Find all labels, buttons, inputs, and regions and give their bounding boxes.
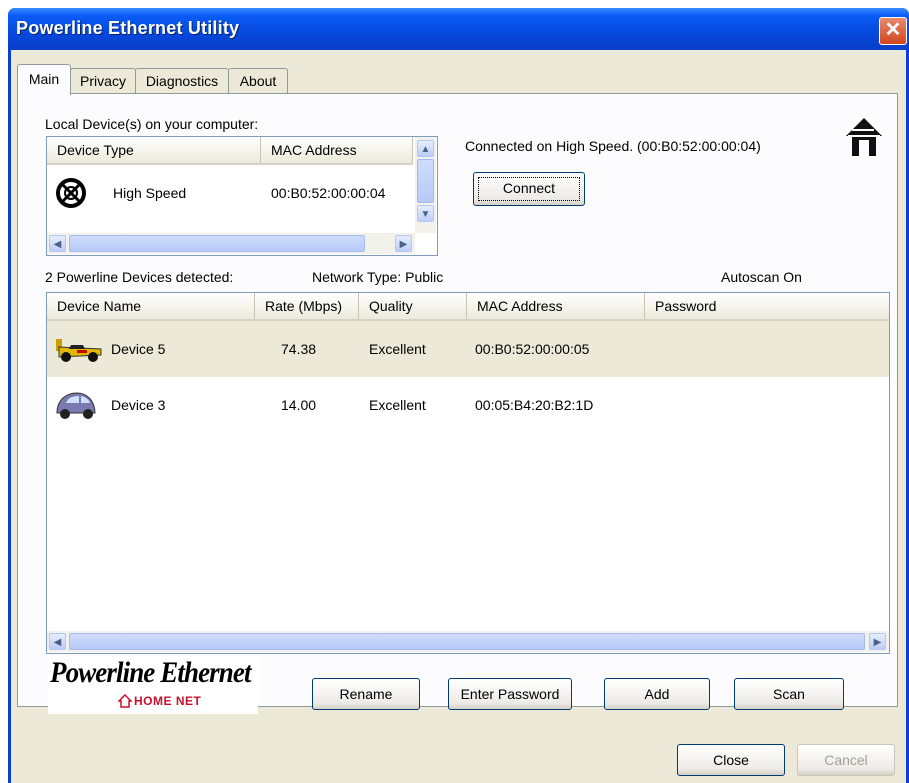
local-device-mac: 00:B0:52:00:00:04 <box>271 185 386 201</box>
powerline-ethernet-logo: Powerline Ethernet HOME NET <box>48 656 258 714</box>
devices-detected-label: 2 Powerline Devices detected: <box>45 269 234 285</box>
column-mac-address[interactable]: MAC Address <box>261 137 413 163</box>
scroll-right-button[interactable]: ▶ <box>869 633 886 650</box>
close-button[interactable]: Close <box>677 744 785 776</box>
cancel-button[interactable]: Cancel <box>797 744 895 776</box>
device-mac: 00:B0:52:00:00:05 <box>475 341 590 357</box>
device-quality: Excellent <box>369 397 426 413</box>
tab-diagnostics[interactable]: Diagnostics <box>135 68 229 93</box>
device-rate: 74.38 <box>281 341 317 357</box>
device-row[interactable]: Device 3 14.00 Excellent 00:05:B4:20:B2:… <box>47 377 889 433</box>
local-device-type: High Speed <box>113 185 187 201</box>
device-row-selected[interactable]: Device 5 74.38 Excellent 00:B0:52:00:00:… <box>47 321 889 377</box>
connection-status-text: Connected on High Speed. (00:B0:52:00:00… <box>465 138 761 154</box>
local-devices-label: Local Device(s) on your computer: <box>45 116 259 132</box>
tab-about[interactable]: About <box>228 68 288 93</box>
race-car-icon <box>56 339 102 362</box>
network-type-label: Network Type: Public <box>312 269 444 285</box>
focus-rect <box>478 177 580 201</box>
connect-button[interactable]: Connect <box>473 172 585 206</box>
adapter-circle-icon <box>56 178 86 208</box>
main-window: Powerline Ethernet Utility ✕ Main Privac… <box>8 8 909 783</box>
tab-main[interactable]: Main <box>17 64 71 95</box>
device-list-hscrollbar[interactable]: ◀ ▶ <box>47 631 889 652</box>
device-rate: 14.00 <box>281 397 317 413</box>
main-tab-panel: Local Device(s) on your computer: Device… <box>17 93 898 714</box>
home-network-icon <box>846 118 882 156</box>
local-device-row[interactable]: High Speed 00:B0:52:00:00:04 <box>47 165 413 221</box>
column-device-type[interactable]: Device Type <box>47 137 261 163</box>
window-client-area: Main Privacy Diagnostics About Local Dev… <box>11 50 906 783</box>
local-device-list: Device Type MAC Address High Speed 00:B0… <box>46 136 438 256</box>
device-name: Device 5 <box>111 341 166 357</box>
scroll-up-button[interactable]: ▲ <box>417 140 434 157</box>
device-list-header: Device Name Rate (Mbps) Quality MAC Addr… <box>47 293 889 321</box>
rename-button[interactable]: Rename <box>312 678 420 710</box>
logo-title: Powerline Ethernet <box>50 656 251 689</box>
scroll-right-button[interactable]: ▶ <box>395 235 412 252</box>
add-button[interactable]: Add <box>604 678 710 710</box>
enter-password-button[interactable]: Enter Password <box>448 678 572 710</box>
scroll-left-button[interactable]: ◀ <box>49 235 66 252</box>
scroll-down-button[interactable]: ▼ <box>417 205 434 222</box>
vscroll-thumb[interactable] <box>417 159 434 203</box>
hscroll-thumb[interactable] <box>69 235 365 252</box>
scan-button[interactable]: Scan <box>734 678 844 710</box>
house-icon <box>118 694 132 708</box>
local-list-hscrollbar[interactable]: ◀ ▶ <box>47 233 415 254</box>
column-password[interactable]: Password <box>645 293 889 319</box>
scroll-left-button[interactable]: ◀ <box>49 633 66 650</box>
close-icon: ✕ <box>884 19 902 41</box>
column-quality[interactable]: Quality <box>359 293 467 319</box>
column-rate[interactable]: Rate (Mbps) <box>255 293 359 319</box>
local-list-header: Device Type MAC Address <box>47 137 413 165</box>
window-title: Powerline Ethernet Utility <box>16 18 240 38</box>
powerline-device-list: Device Name Rate (Mbps) Quality MAC Addr… <box>46 292 890 654</box>
column-device-name[interactable]: Device Name <box>47 293 255 319</box>
hscroll-thumb[interactable] <box>69 633 865 650</box>
close-window-button[interactable]: ✕ <box>879 17 907 45</box>
logo-subtitle: HOME NET <box>134 694 202 708</box>
tab-privacy[interactable]: Privacy <box>70 68 136 93</box>
autoscan-label: Autoscan On <box>721 269 802 285</box>
device-mac: 00:05:B4:20:B2:1D <box>475 397 594 413</box>
beetle-car-icon <box>56 392 96 419</box>
device-quality: Excellent <box>369 341 426 357</box>
column-mac-address[interactable]: MAC Address <box>467 293 645 319</box>
device-name: Device 3 <box>111 397 166 413</box>
title-bar[interactable]: Powerline Ethernet Utility ✕ <box>8 8 909 50</box>
local-list-vscrollbar[interactable]: ▲ ▼ <box>415 137 436 233</box>
